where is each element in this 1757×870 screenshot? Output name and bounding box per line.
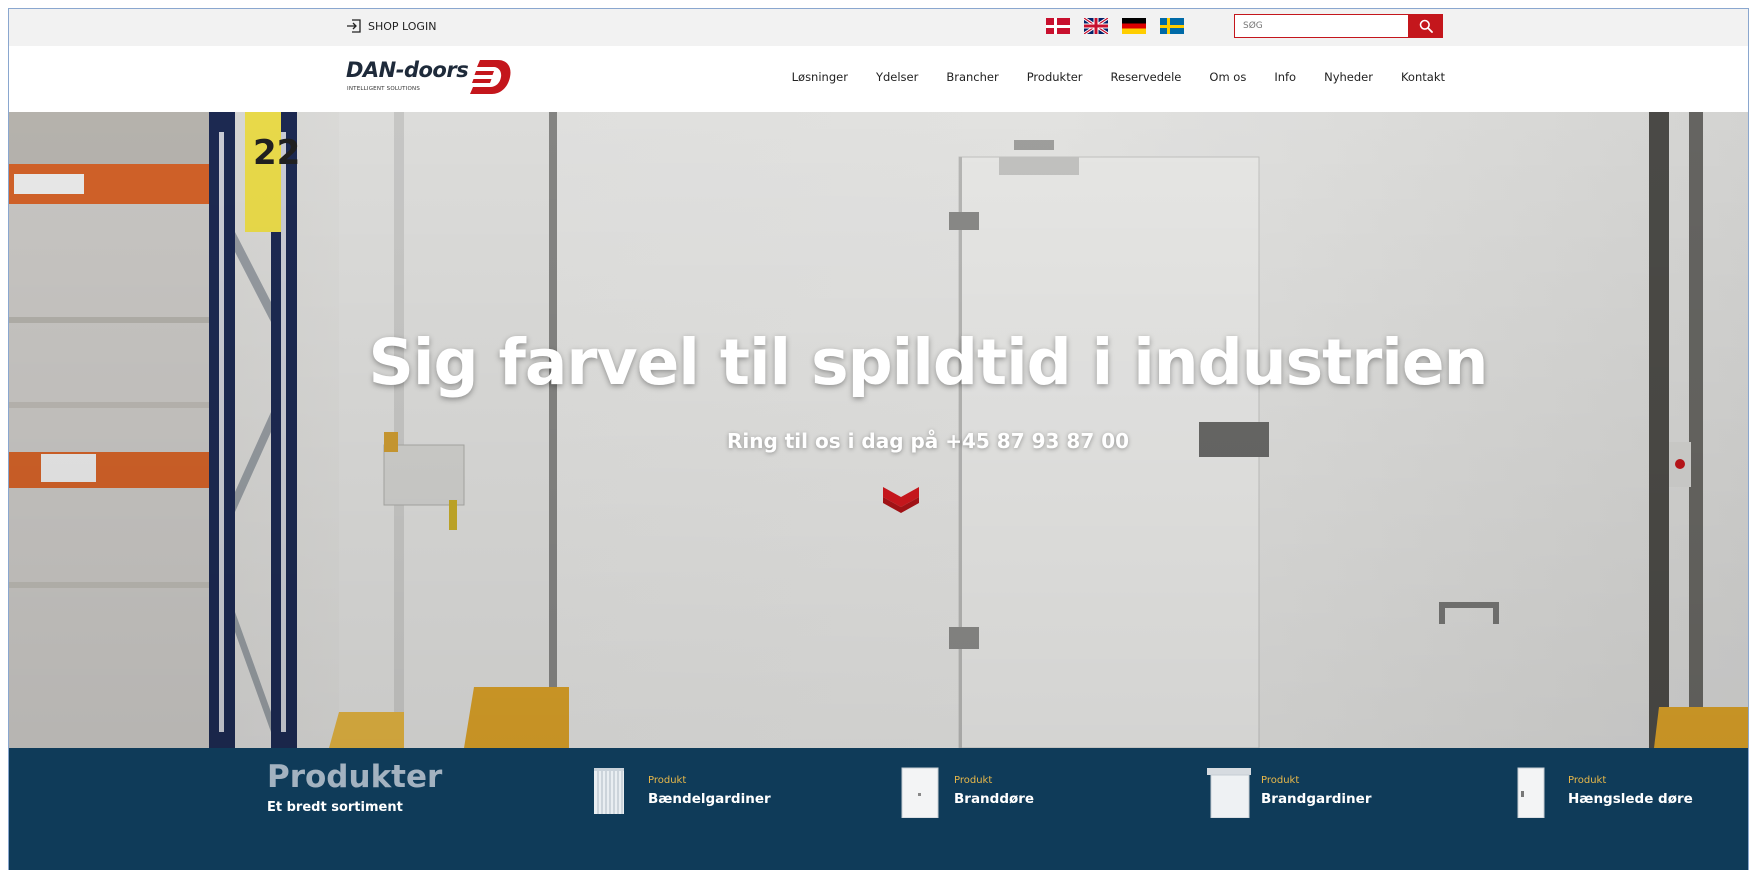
logo-mark-icon: [470, 60, 511, 94]
products-title: Produkter: [267, 759, 443, 795]
nav-item-nyheder[interactable]: Nyheder: [1324, 70, 1373, 84]
hero-title: Sig farvel til spildtid i industrien: [368, 326, 1489, 399]
nav-item-ydelser[interactable]: Ydelser: [876, 70, 918, 84]
language-selector: [1046, 18, 1184, 34]
flag-germany-icon[interactable]: [1122, 18, 1146, 34]
nav-item-reservedele[interactable]: Reservedele: [1111, 70, 1182, 84]
shop-login-label: SHOP LOGIN: [368, 19, 437, 33]
flag-denmark-icon[interactable]: [1046, 18, 1070, 34]
product-name: Brandgardiner: [1261, 791, 1372, 807]
product-name: Hængslede døre: [1568, 791, 1693, 807]
nav-item-produkter[interactable]: Produkter: [1027, 70, 1083, 84]
hero-subtitle: Ring til os i dag på +45 87 93 87 00: [726, 429, 1130, 453]
flag-uk-icon[interactable]: [1084, 18, 1108, 34]
login-arrow-icon: [346, 18, 362, 34]
product-kicker: Produkt: [1261, 775, 1300, 786]
nav-item-brancher[interactable]: Brancher: [946, 70, 998, 84]
main-navigation: Løsninger Ydelser Brancher Produkter Res…: [792, 70, 1445, 84]
search-button[interactable]: [1408, 14, 1443, 38]
nav-item-losninger[interactable]: Løsninger: [792, 70, 848, 84]
products-bar: Produkter Et bredt sortiment Produkt Bæn…: [9, 748, 1748, 870]
strip-curtain-thumbnail: [594, 768, 624, 814]
flag-sweden-icon[interactable]: [1160, 18, 1184, 34]
product-name: Branddøre: [954, 791, 1035, 807]
hinged-door-thumbnail: [1517, 767, 1545, 818]
chevron-down-icon: [883, 487, 919, 513]
product-kicker: Produkt: [954, 775, 993, 786]
nav-item-om-os[interactable]: Om os: [1209, 70, 1246, 84]
shop-login-link[interactable]: SHOP LOGIN: [346, 15, 436, 37]
logo-tagline: INTELLIGENT SOLUTIONS: [347, 86, 421, 92]
fire-curtain-thumbnail: [1207, 768, 1251, 818]
products-subtitle: Et bredt sortiment: [267, 800, 403, 815]
product-kicker: Produkt: [648, 775, 687, 786]
product-name: Bændelgardiner: [648, 791, 771, 807]
scroll-down-button[interactable]: [881, 485, 921, 515]
main-header: DAN-doors INTELLIGENT SOLUTIONS Løsninge…: [9, 46, 1748, 112]
nav-item-kontakt[interactable]: Kontakt: [1401, 70, 1445, 84]
top-bar: SHOP LOGIN: [9, 9, 1748, 46]
browser-viewport: SHOP LOGIN SØG DAN-doors INTELLIGENT SOL…: [8, 8, 1749, 870]
product-kicker: Produkt: [1568, 775, 1607, 786]
nav-item-info[interactable]: Info: [1274, 70, 1296, 84]
hero-section: 22: [9, 112, 1748, 748]
search-icon: [1419, 19, 1433, 33]
fire-door-thumbnail: [901, 767, 939, 818]
search-input[interactable]: [1234, 14, 1408, 38]
logo-text: DAN-doors: [346, 58, 469, 82]
search-form: [1234, 14, 1443, 38]
